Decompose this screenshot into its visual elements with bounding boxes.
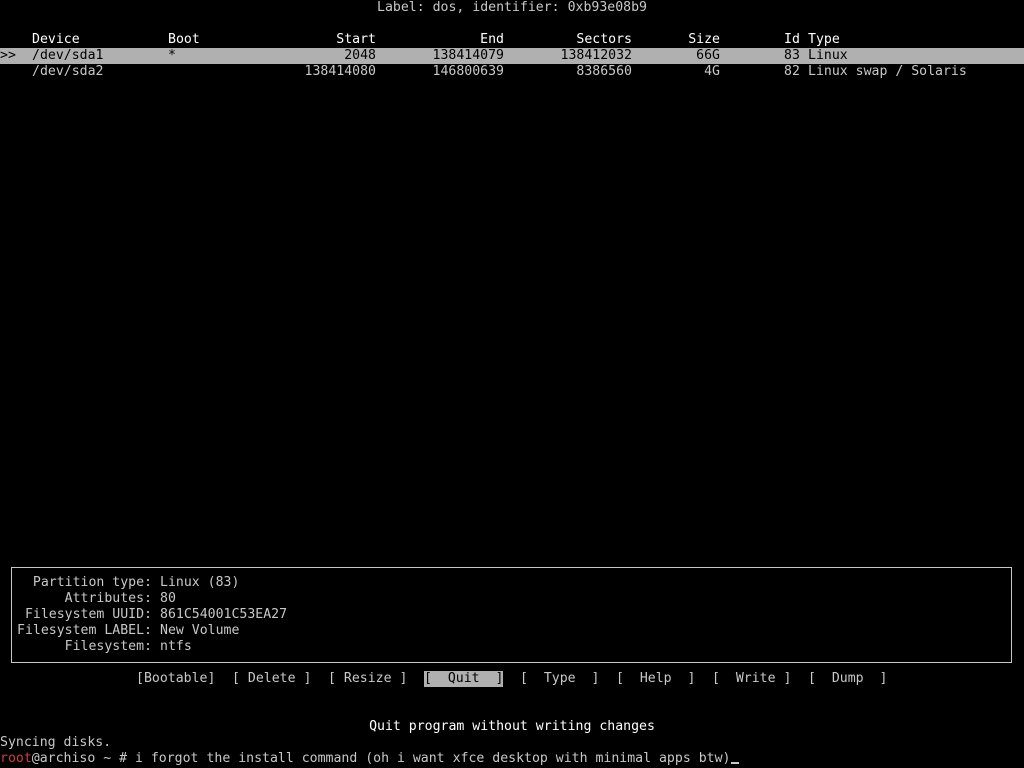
partition-device: /dev/sda2 [32,64,104,79]
partition-size: 66G [696,48,720,63]
delete-button[interactable]: [ Delete ] [232,671,311,687]
status-message: Quit program without writing changes [369,719,655,734]
info-fslabel-value: New Volume [160,623,240,638]
info-uuid-label: Filesystem UUID: [24,607,152,622]
column-device: Device [32,32,80,47]
write-button[interactable]: [ Write ] [712,671,791,687]
info-partition-type-label: Partition type: [32,575,152,590]
partition-id: 83 [784,48,800,63]
dump-button[interactable]: [ Dump ] [808,671,887,687]
resize-button[interactable]: [ Resize ] [328,671,407,687]
info-attributes-value: 80 [160,591,176,606]
console-prompt-line[interactable]: root@archiso ~ # i forgot the install co… [0,751,740,767]
column-size: Size [688,32,720,47]
partition-id: 82 [784,64,800,79]
column-sectors: Sectors [576,32,632,47]
column-type: Type [808,32,840,47]
console-sync-line: Syncing disks. [0,735,112,750]
text-cursor [731,762,740,764]
partition-boot-flag: * [168,48,176,63]
bootable-button[interactable]: [Bootable] [136,671,215,687]
info-fslabel-label: Filesystem LABEL: [17,623,152,638]
partition-device: /dev/sda1 [32,48,104,63]
selection-marker: >> [0,48,16,63]
prompt-host: @archiso ~ # [31,751,135,766]
column-start: Start [336,32,376,47]
partition-type: Linux swap / Solaris [808,64,967,79]
quit-button[interactable]: [ Quit ] [424,671,504,687]
disk-label: Label: dos, identifier: 0xb93e08b9 [377,0,647,15]
partition-sectors: 138412032 [560,48,632,63]
prompt-user: root [0,751,32,766]
partition-sectors: 8386560 [576,64,632,79]
info-attributes-label: Attributes: [64,591,152,606]
type-button[interactable]: [ Type ] [520,671,599,687]
selected-row-highlight [0,48,1024,64]
partition-size: 4G [704,64,720,79]
info-filesystem-value: ntfs [160,639,192,654]
column-boot: Boot [168,32,200,47]
info-partition-type-value: Linux (83) [160,575,240,590]
partition-end: 146800639 [432,64,504,79]
partition-start: 2048 [344,48,376,63]
partition-start: 138414080 [304,64,376,79]
partition-end: 138414079 [432,48,504,63]
help-button[interactable]: [ Help ] [616,671,695,687]
partition-type: Linux [808,48,848,63]
info-filesystem-label: Filesystem: [64,639,152,654]
column-id: Id [784,32,800,47]
column-end: End [480,32,504,47]
console-command: i forgot the install command (oh i want … [134,751,731,766]
info-uuid-value: 861C54001C53EA27 [160,607,288,622]
